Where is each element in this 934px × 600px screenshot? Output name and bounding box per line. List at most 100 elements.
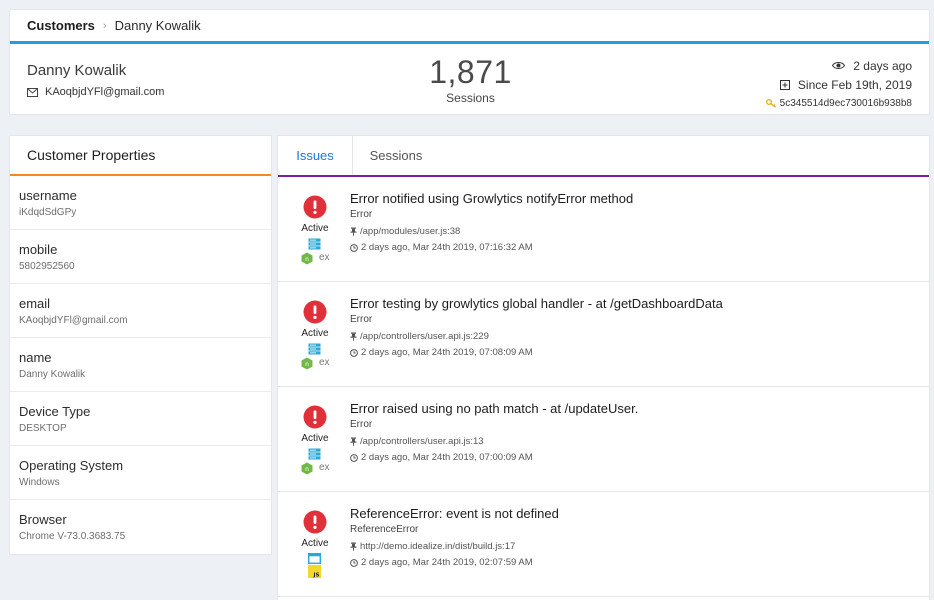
javascript-icon: JS — [308, 565, 321, 578]
issue-row[interactable]: Active JS ReferenceError: event is not d… — [278, 492, 929, 597]
property-item: Browser Chrome V-73.0.3683.75 — [10, 500, 271, 554]
since-row: Since Feb 19th, 2019 — [766, 75, 912, 94]
issue-time: 2 days ago, Mar 24th 2019, 07:08:09 AM — [361, 347, 533, 358]
clock-icon — [350, 243, 358, 252]
pin-icon — [350, 332, 357, 341]
issue-time-row: 2 days ago, Mar 24th 2019, 07:16:32 AM — [350, 242, 533, 253]
svg-text:n: n — [305, 256, 309, 263]
alert-circle-icon — [303, 510, 327, 534]
customer-id: 5c345514d9ec730016b938b8 — [779, 98, 912, 109]
property-value: iKdqdSdGPy — [19, 207, 77, 218]
plus-square-icon — [779, 79, 790, 90]
customer-since: Since Feb 19th, 2019 — [797, 77, 912, 92]
platform-icons: n ex — [298, 343, 332, 373]
property-item: Operating System Windows — [10, 446, 271, 500]
issue-path-row: /app/modules/user.js:38 — [350, 226, 460, 237]
platform-icons: n ex — [298, 448, 332, 478]
issue-status: Active n ex — [298, 300, 332, 373]
svg-text:n: n — [305, 466, 309, 473]
issue-path-row: http://demo.idealize.in/dist/build.js:17 — [350, 541, 515, 552]
issue-status: Active JS — [298, 510, 332, 583]
nodejs-icon: n — [301, 357, 313, 370]
key-icon — [765, 99, 776, 108]
breadcrumb: Customers › Danny Kowalik — [10, 10, 929, 44]
issue-title[interactable]: Error raised using no path match - at /u… — [350, 401, 638, 416]
property-value: 5802952560 — [19, 261, 75, 272]
property-key: Operating System — [19, 458, 124, 473]
platform-label: ex — [319, 357, 330, 368]
breadcrumb-current: Danny Kowalik — [114, 18, 201, 33]
issue-status: Active n ex — [298, 195, 332, 268]
alert-circle-icon — [303, 300, 327, 324]
property-key: username — [19, 188, 77, 203]
issue-time: 2 days ago, Mar 24th 2019, 07:00:09 AM — [361, 452, 533, 463]
issue-type: ReferenceError — [350, 524, 419, 535]
issue-title[interactable]: Error testing by growlytics global handl… — [350, 296, 723, 311]
issue-title[interactable]: ReferenceError: event is not defined — [350, 506, 559, 521]
svg-text:n: n — [305, 361, 309, 368]
issue-type: Error — [350, 209, 373, 220]
issue-row[interactable]: Active n ex Error testing by growlytics … — [278, 282, 929, 387]
issue-time: 2 days ago, Mar 24th 2019, 02:07:59 AM — [361, 557, 533, 568]
clock-icon — [350, 453, 358, 462]
property-item: mobile 5802952560 — [10, 230, 271, 284]
status-label: Active — [301, 538, 329, 549]
last-seen: 2 days ago — [853, 58, 912, 73]
issue-status: Active n ex — [298, 405, 332, 478]
issue-path: http://demo.idealize.in/dist/build.js:17 — [360, 541, 516, 552]
nodejs-icon: n — [301, 462, 313, 475]
server-icon — [308, 343, 321, 355]
nodejs-icon: n — [301, 252, 313, 265]
server-icon — [308, 448, 321, 460]
tab-issues[interactable]: Issues — [278, 136, 353, 175]
issue-path: /app/controllers/user.api.js:13 — [360, 436, 484, 447]
property-item: name Danny Kowalik — [10, 338, 271, 392]
issue-row[interactable]: Active n ex Error notified using Growlyt… — [278, 177, 929, 282]
alert-circle-icon — [303, 405, 327, 429]
status-label: Active — [301, 433, 329, 444]
customer-meta: 2 days ago Since Feb 19th, 2019 5c345514… — [765, 56, 912, 113]
issues-panel: Issues Sessions Active n ex Error notifi… — [277, 135, 930, 600]
pin-icon — [350, 437, 357, 446]
tab-sessions[interactable]: Sessions — [353, 136, 439, 175]
issue-type: Error — [350, 314, 373, 325]
property-key: Browser — [19, 512, 67, 527]
svg-text:JS: JS — [312, 573, 319, 579]
pin-icon — [350, 227, 357, 236]
platform-label: ex — [319, 252, 330, 263]
clock-icon — [350, 558, 358, 567]
property-value: DESKTOP — [19, 423, 67, 434]
issue-path: /app/modules/user.js:38 — [360, 226, 461, 237]
property-key: Device Type — [19, 404, 91, 419]
issue-path: /app/controllers/user.api.js:229 — [360, 331, 489, 342]
property-value: Chrome V-73.0.3683.75 — [19, 531, 126, 542]
issue-title[interactable]: Error notified using Growlytics notifyEr… — [350, 191, 633, 206]
tab-bar: Issues Sessions — [278, 136, 929, 177]
chevron-right-icon: › — [102, 19, 107, 32]
alert-circle-icon — [303, 195, 327, 219]
property-value: Danny Kowalik — [19, 369, 86, 380]
issue-row[interactable]: Active n ex Error raised using no path m… — [278, 387, 929, 492]
platform-label: ex — [319, 462, 330, 473]
customer-header-card: Customers › Danny Kowalik Danny Kowalik … — [9, 9, 930, 115]
customer-id-row: 5c345514d9ec730016b938b8 — [765, 94, 912, 113]
clock-icon — [350, 348, 358, 357]
customer-summary: Danny Kowalik KAoqbjdYFl@gmail.com 1,871… — [10, 44, 929, 113]
properties-title: Customer Properties — [10, 136, 271, 176]
breadcrumb-customers-link[interactable]: Customers — [27, 18, 95, 33]
property-value: Windows — [19, 477, 60, 488]
property-key: mobile — [19, 242, 58, 257]
issue-time-row: 2 days ago, Mar 24th 2019, 07:08:09 AM — [350, 347, 533, 358]
last-seen-row: 2 days ago — [766, 56, 912, 75]
status-label: Active — [301, 328, 329, 339]
property-value: KAoqbjdYFl@gmail.com — [19, 315, 128, 326]
property-key: email — [19, 296, 51, 311]
eye-icon — [832, 62, 846, 69]
issue-time: 2 days ago, Mar 24th 2019, 07:16:32 AM — [361, 242, 533, 253]
customer-properties-panel: Customer Properties username iKdqdSdGPy … — [9, 135, 272, 555]
platform-icons: n ex — [298, 238, 332, 268]
property-item: username iKdqdSdGPy — [10, 176, 271, 230]
issue-time-row: 2 days ago, Mar 24th 2019, 07:00:09 AM — [350, 452, 533, 463]
pin-icon — [350, 542, 357, 551]
issue-time-row: 2 days ago, Mar 24th 2019, 02:07:59 AM — [350, 557, 533, 568]
